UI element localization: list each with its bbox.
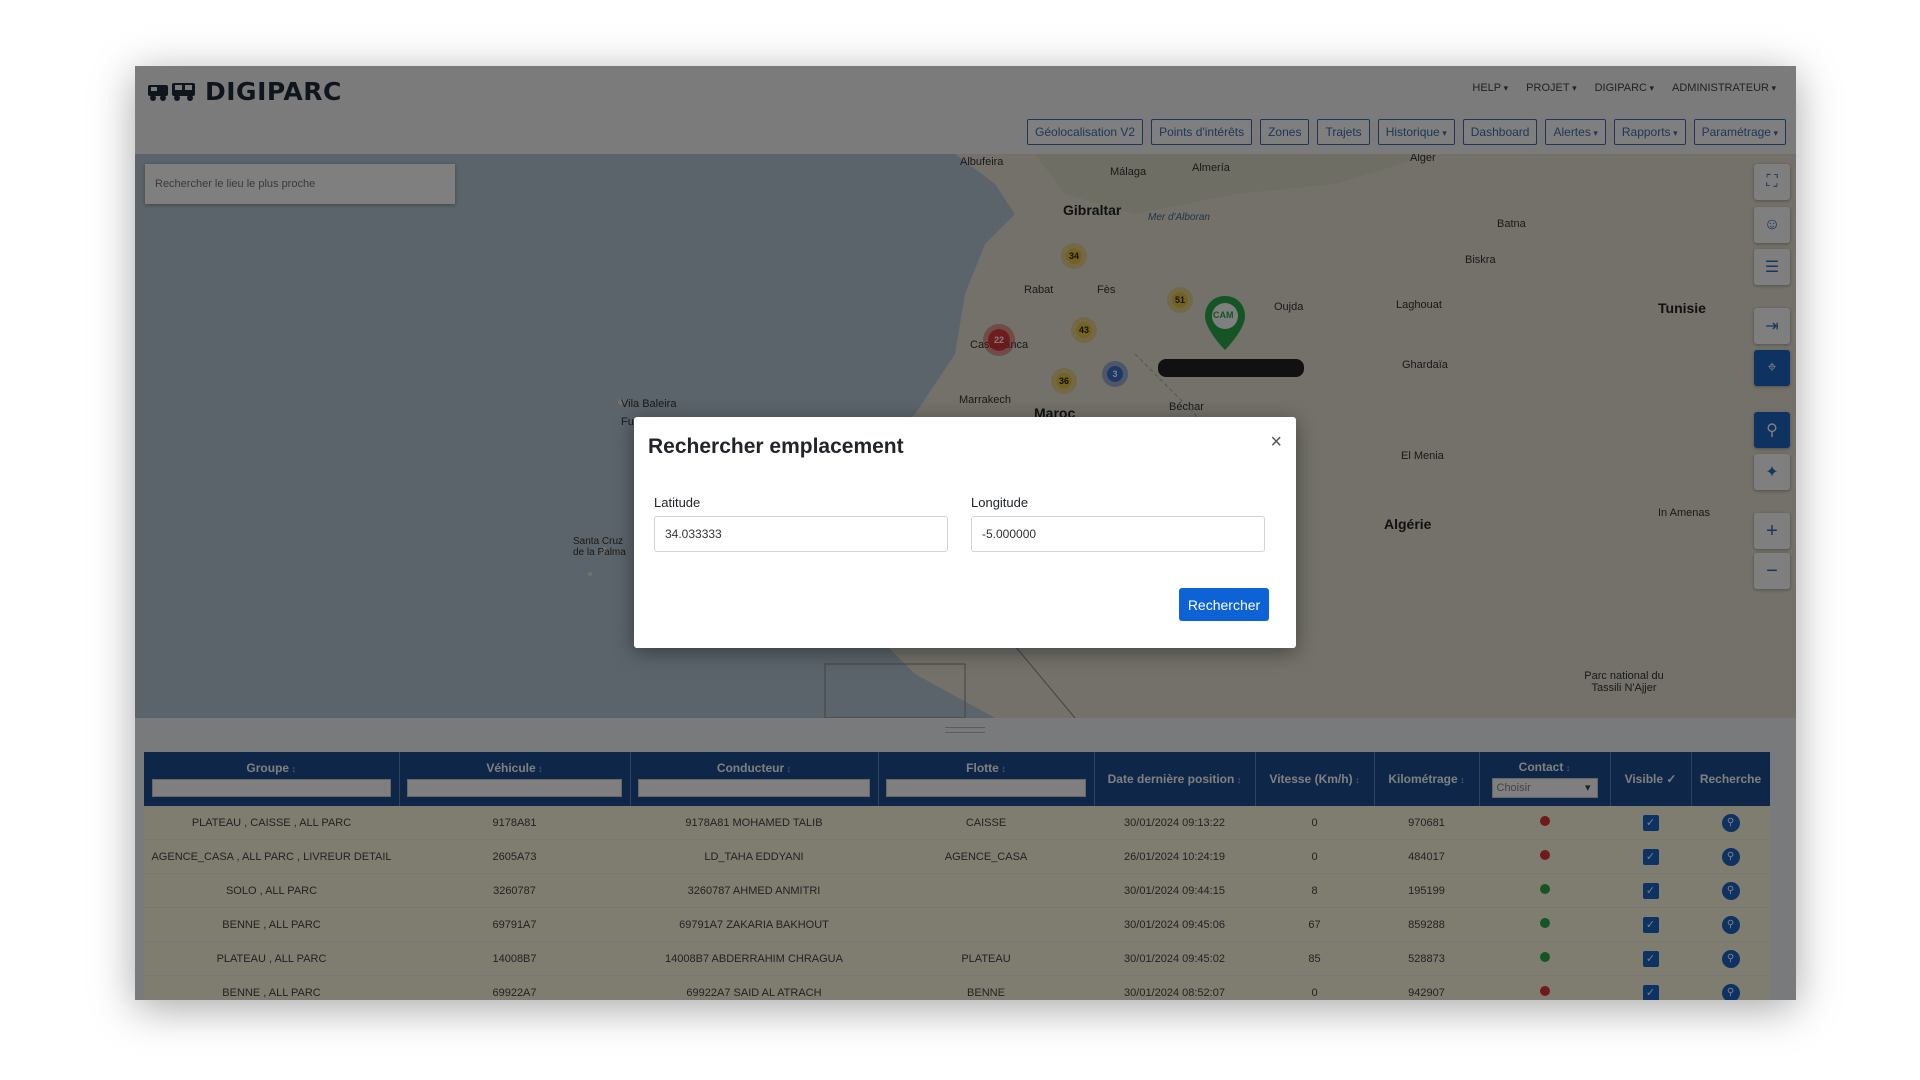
modal-title: Rechercher emplacement <box>648 435 904 458</box>
close-icon[interactable]: × <box>1270 431 1282 454</box>
rechercher-button[interactable]: Rechercher <box>1179 588 1269 621</box>
longitude-input[interactable] <box>971 516 1265 552</box>
search-location-modal: Rechercher emplacement × Latitude Longit… <box>634 417 1296 648</box>
latitude-label: Latitude <box>654 495 701 510</box>
longitude-label: Longitude <box>971 495 1029 510</box>
latitude-input[interactable] <box>654 516 948 552</box>
